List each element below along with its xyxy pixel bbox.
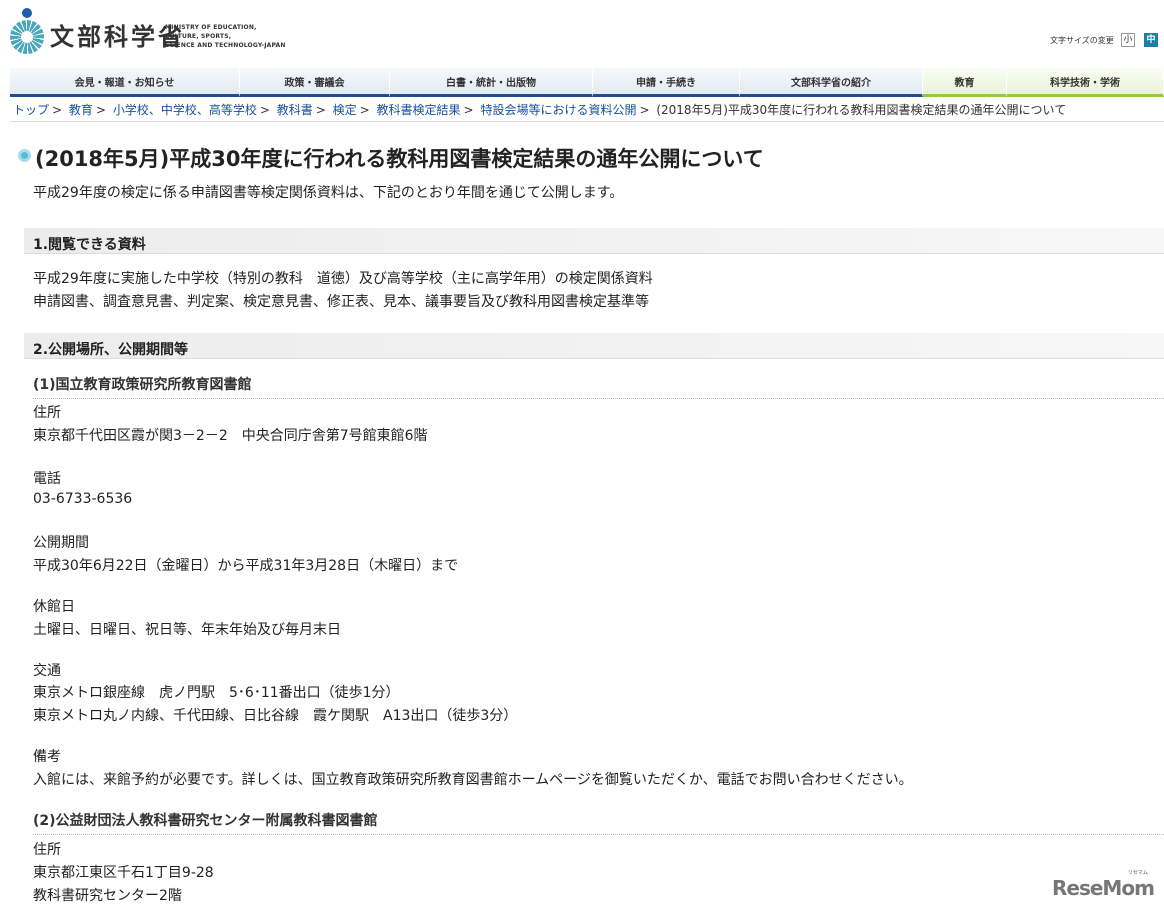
- breadcrumb: トップ > 教育 > 小学校、中学校、高等学校 > 教科書 > 検定 > 教科書検定結果 >…: [13, 103, 1067, 117]
- period-label: 公開期間: [33, 535, 89, 551]
- section-heading-materials: 1.閲覧できる資料: [24, 228, 1164, 254]
- notes-value: 入館には、来館予約が必要です。詳しくは、国立教育政策研究所教育図書館ホームページ…: [33, 772, 913, 788]
- divider: [10, 121, 1164, 122]
- nav-policy[interactable]: 政策・審議会: [240, 68, 390, 97]
- access-line: 東京メトロ丸ノ内線、千代田線、日比谷線 霞ケ関駅 A13出口（徒歩3分）: [33, 708, 518, 724]
- nav-about[interactable]: 文部科学省の紹介: [740, 68, 923, 97]
- breadcrumb-current: (2018年5月)平成30年度に行われる教科用図書検定結果の通年公開について: [656, 103, 1067, 117]
- closed-label: 休館日: [33, 599, 75, 615]
- nav-applications[interactable]: 申請・手続き: [593, 68, 740, 97]
- breadcrumb-link[interactable]: トップ: [13, 103, 49, 117]
- nav-publications[interactable]: 白書・統計・出版物: [390, 68, 593, 97]
- logo-en-line: SCIENCE AND TECHNOLOGY-JAPAN: [165, 42, 286, 49]
- font-size-medium-button[interactable]: 中: [1144, 33, 1158, 47]
- period-value: 平成30年6月22日（金曜日）から平成31年3月28日（木曜日）まで: [33, 558, 459, 574]
- section-heading-locations: 2.公開場所、公開期間等: [24, 333, 1164, 359]
- phone-value: 03-6733-6536: [33, 491, 133, 507]
- address-label: 住所: [33, 405, 61, 421]
- nav-science[interactable]: 科学技術・学術: [1007, 68, 1164, 97]
- location-heading-nier: (1)国立教育政策研究所教育図書館: [33, 374, 1164, 399]
- page-title: (2018年5月)平成30年度に行われる教科用図書検定結果の通年公開について: [35, 147, 764, 171]
- nav-press[interactable]: 会見・報道・お知らせ: [10, 68, 240, 97]
- notes-label: 備考: [33, 749, 61, 765]
- logo-en-line: CULTURE, SPORTS,: [165, 33, 232, 40]
- ministry-logo-english: MINISTRY OF EDUCATION, CULTURE, SPORTS, …: [165, 23, 286, 50]
- address-line: 教科書研究センター2階: [33, 888, 182, 904]
- breadcrumb-link[interactable]: 教科書: [277, 103, 313, 117]
- watermark-kana: リセマム: [1127, 870, 1148, 876]
- logo-en-line: MINISTRY OF EDUCATION,: [165, 24, 257, 31]
- closed-value: 土曜日、日曜日、祝日等、年末年始及び毎月末日: [33, 622, 341, 638]
- resemom-watermark: ReseMom リセマム: [1052, 870, 1155, 900]
- address-line: 東京都江東区千石1丁目9-28: [33, 865, 214, 881]
- phone-label: 電話: [33, 471, 61, 487]
- global-nav: 会見・報道・お知らせ 政策・審議会 白書・統計・出版物 申請・手続き 文部科学省…: [10, 68, 1164, 97]
- location-heading-textbook-library: (2)公益財団法人教科書研究センター附属教科書図書館: [33, 810, 1164, 835]
- address-label: 住所: [33, 842, 61, 858]
- breadcrumb-link[interactable]: 検定: [333, 103, 357, 117]
- breadcrumb-link[interactable]: 教育: [69, 103, 93, 117]
- materials-line: 平成29年度に実施した中学校（特別の教科 道徳）及び高等学校（主に高学年用）の検…: [33, 271, 653, 287]
- font-size-small-button[interactable]: 小: [1121, 33, 1135, 47]
- materials-line: 申請図書、調査意見書、判定案、検定意見書、修正表、見本、議事要旨及び教科用図書検…: [33, 294, 649, 310]
- breadcrumb-link[interactable]: 小学校、中学校、高等学校: [113, 103, 257, 117]
- nav-education[interactable]: 教育: [923, 68, 1007, 97]
- breadcrumb-link[interactable]: 教科書検定結果: [377, 103, 461, 117]
- ministry-logo-icon[interactable]: [10, 8, 46, 54]
- address-value: 東京都千代田区霞が関3－2－2 中央合同庁舎第7号館東館6階: [33, 428, 428, 444]
- watermark-text: ReseMom: [1052, 876, 1155, 900]
- access-label: 交通: [33, 663, 61, 679]
- breadcrumb-link[interactable]: 特設会場等における資料公開: [480, 103, 636, 117]
- intro-text: 平成29年度の検定に係る申請図書等検定関係資料は、下記のとおり年間を通じて公開し…: [33, 185, 624, 201]
- title-bullet-icon: [18, 149, 31, 162]
- access-line: 東京メトロ銀座線 虎ノ門駅 5･6･11番出口（徒歩1分）: [33, 685, 400, 701]
- font-size-label: 文字サイズの変更: [1050, 36, 1114, 45]
